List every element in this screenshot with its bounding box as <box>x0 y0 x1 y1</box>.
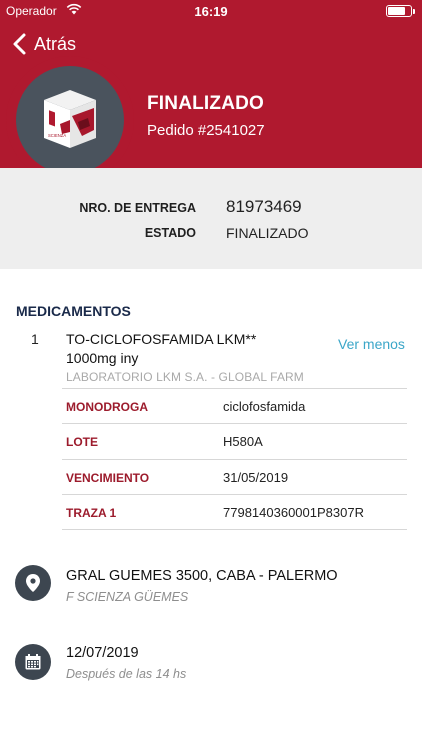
delivery-number-label: NRO. DE ENTREGA <box>79 201 196 215</box>
delivery-summary: NRO. DE ENTREGA 81973469 ESTADO FINALIZA… <box>0 168 422 269</box>
delivery-number-value: 81973469 <box>226 197 302 216</box>
state-label: ESTADO <box>144 226 196 240</box>
medications-title: MEDICAMENTOS <box>16 303 131 319</box>
laboratory-label: LABORATORIO LKM S.A. - GLOBAL FARM <box>66 370 304 384</box>
detail-value: 7798140360001P8307R <box>223 505 364 520</box>
order-number: Pedido #2541027 <box>147 122 265 139</box>
clock: 16:19 <box>194 4 228 19</box>
detail-value: ciclofosfamida <box>223 399 306 414</box>
status-bar: Operador 16:19 <box>0 0 422 22</box>
detail-label: TRAZA 1 <box>66 506 117 520</box>
order-status: FINALIZADO <box>147 93 265 114</box>
back-button[interactable]: Atrás <box>10 30 76 58</box>
pharmacy-branch: F SCIENZA GÜEMES <box>66 590 189 604</box>
medicine-box-icon: SCIENZA <box>44 90 96 148</box>
see-less-link[interactable]: Ver menos <box>338 336 405 352</box>
detail-value: 31/05/2019 <box>223 470 289 485</box>
calendar-icon <box>15 644 51 680</box>
medication-name-line2: 1000mg iny <box>66 350 139 366</box>
medication-name: TO-CICLOFOSFAMIDA LKM** 1000mg iny <box>66 330 326 368</box>
state-value: FINALIZADO <box>226 225 309 241</box>
detail-label: LOTE <box>66 435 98 449</box>
detail-label: MONODROGA <box>66 400 148 414</box>
detail-row-lote: LOTE H580A <box>62 423 407 459</box>
detail-label: VENCIMIENTO <box>66 471 150 485</box>
medication-name-line1: TO-CICLOFOSFAMIDA LKM** <box>66 331 257 347</box>
detail-row-monodroga: MONODROGA ciclofosfamida <box>62 388 407 424</box>
back-label: Atrás <box>34 33 77 54</box>
location-pin-icon <box>15 565 51 601</box>
detail-row-traza: TRAZA 1 7798140360001P8307R <box>62 494 407 530</box>
delivery-address: GRAL GUEMES 3500, CABA - PALERMO <box>66 568 338 584</box>
medication-index: 1 <box>31 331 39 347</box>
battery-icon <box>386 5 415 17</box>
chevron-left-icon <box>13 33 26 55</box>
delivery-date: 12/07/2019 <box>66 645 139 661</box>
order-avatar: SCIENZA <box>6 56 134 184</box>
detail-value: H580A <box>223 434 263 449</box>
box-brand-text: SCIENZA <box>48 133 66 138</box>
detail-row-vencimiento: VENCIMIENTO 31/05/2019 <box>62 459 407 495</box>
delivery-time-note: Después de las 14 hs <box>66 667 187 681</box>
